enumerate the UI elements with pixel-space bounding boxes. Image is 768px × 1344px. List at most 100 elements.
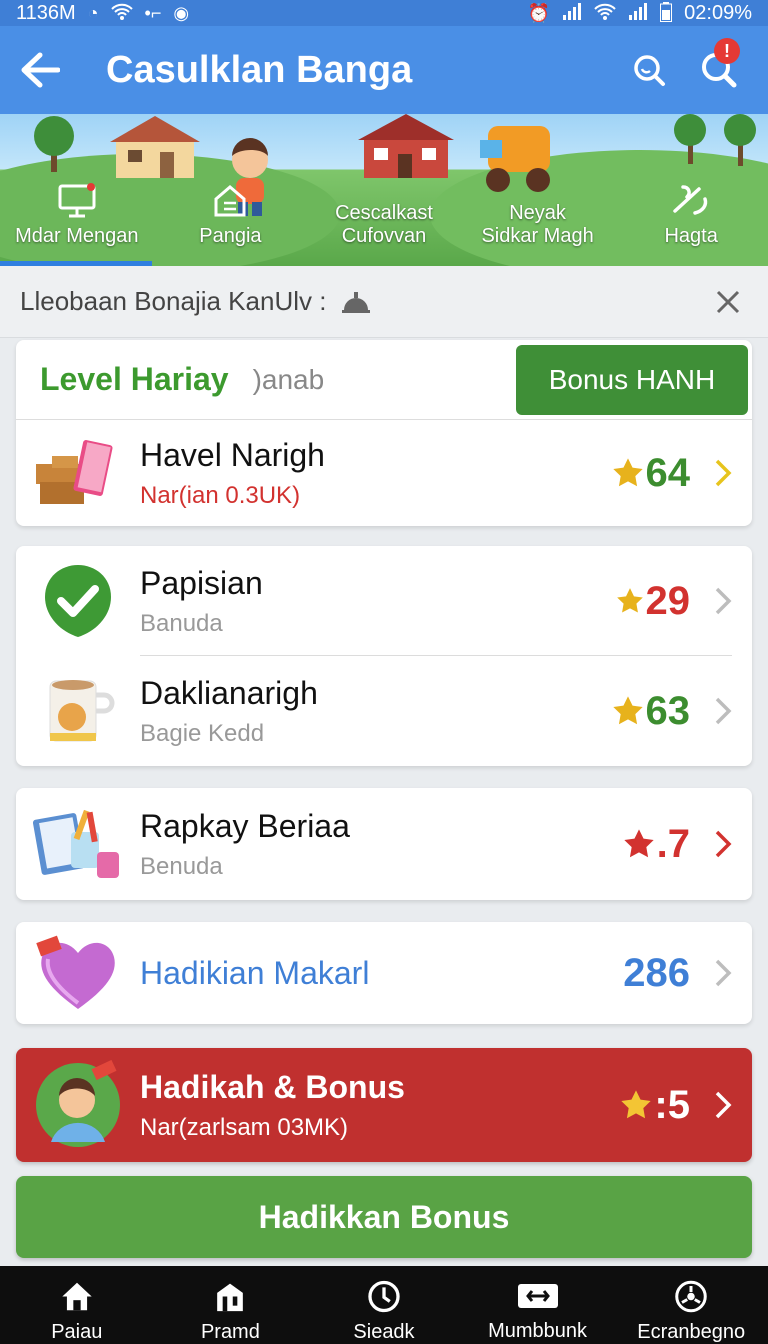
promo-title: Hadikah & Bonus xyxy=(140,1068,405,1105)
item-card: Hadikian Makarl 286 xyxy=(16,922,752,1024)
star-icon xyxy=(616,588,643,613)
chevron-right-icon xyxy=(715,697,732,725)
status-bar: 1136M ◔ •⌐ ◉ ⏰ 02:09% xyxy=(0,0,768,26)
tab-label: Pangia xyxy=(199,225,262,247)
app-bar: Casulklan Banga ! xyxy=(0,26,768,114)
bell-icon xyxy=(342,291,371,313)
item-title: Hadikian Makarl xyxy=(140,954,370,991)
list-item[interactable]: Papisian Banuda 29 xyxy=(16,546,752,656)
star-icon xyxy=(612,458,643,487)
item-title: Rapkay Beriaa xyxy=(140,807,350,844)
item-subtitle: Benuda xyxy=(140,852,223,880)
list-item[interactable]: Hadikian Makarl 286 xyxy=(16,922,752,1024)
item-subtitle: Banuda xyxy=(140,609,223,637)
tab-3[interactable]: Neyak Sidkar Magh xyxy=(461,174,615,266)
level-card: Level Hariay )anab Bonus HANH Havel Nari… xyxy=(16,340,752,526)
bottom-nav-label: Mumbbunk xyxy=(488,1320,588,1342)
mug-icon xyxy=(49,680,115,742)
home-icon xyxy=(62,1282,92,1311)
item-title: Papisian xyxy=(140,564,263,601)
bottom-nav-item[interactable]: Sieadk xyxy=(307,1266,461,1344)
chevron-right-icon xyxy=(715,959,732,987)
item-value: 64 xyxy=(645,450,691,495)
page-title: Casulklan Banga xyxy=(106,48,413,91)
clock-icon xyxy=(368,1280,400,1313)
tab-1[interactable]: Pangia xyxy=(154,174,308,266)
cta-button[interactable]: Hadikkan Bonus xyxy=(16,1176,752,1258)
building-icon xyxy=(217,1283,244,1312)
bottom-nav-label: Sieadk xyxy=(353,1321,415,1343)
house-illustration xyxy=(358,114,454,178)
hero-nav: Mdar Mengan Pangia Cescalkast Cufovvan N… xyxy=(0,114,768,266)
check-shield-icon xyxy=(45,565,111,637)
search-icon xyxy=(634,55,665,86)
search-button[interactable]: ! xyxy=(684,26,754,114)
bottom-nav-label: Ecranbegno xyxy=(637,1321,746,1343)
settings-icon xyxy=(675,1280,707,1313)
bottom-nav-item[interactable]: Ecranbegno xyxy=(614,1266,768,1344)
item-title: Daklianarigh xyxy=(140,674,318,711)
item-card: Rapkay Beriaa Benuda .7 xyxy=(16,788,752,900)
wifi-icon xyxy=(110,3,133,24)
star-icon xyxy=(612,696,643,725)
alarm-clock-icon: ⏰ xyxy=(527,3,551,23)
items-card: Papisian Banuda 29 Daklianarigh Bagie Ke… xyxy=(16,546,752,766)
nfc-icon: •⌐ xyxy=(144,3,162,23)
chevron-right-icon xyxy=(715,459,732,487)
book-box-icon xyxy=(36,440,113,504)
item-subtitle: Bagie Kedd xyxy=(140,719,265,747)
bonus-button[interactable]: Bonus HANH xyxy=(516,344,748,415)
bottom-nav-label: Pramd xyxy=(200,1321,260,1343)
star-icon xyxy=(623,829,654,858)
level-title: Level Hariay xyxy=(40,361,229,397)
tool-icon xyxy=(673,185,708,215)
item-value: .7 xyxy=(656,821,690,866)
tab-label: Hagta xyxy=(664,225,718,247)
chevron-right-icon xyxy=(715,1091,732,1119)
item-value: 286 xyxy=(623,950,690,995)
close-icon xyxy=(716,290,740,313)
back-button[interactable] xyxy=(0,26,80,114)
close-button[interactable] xyxy=(708,282,748,322)
ticket-icon xyxy=(517,1284,558,1308)
notification-badge: ! xyxy=(714,38,740,64)
tab-2[interactable]: Cescalkast Cufovvan xyxy=(307,174,461,266)
tab-label: Mdar Mengan xyxy=(15,225,139,247)
level-subtitle: )anab xyxy=(252,363,325,395)
bottom-nav: Paiau Pramd Sieadk Mumbbunk Ecranbegno xyxy=(0,1266,768,1344)
item-value: 29 xyxy=(645,578,691,623)
avatar xyxy=(36,1060,120,1147)
tree-illustration xyxy=(674,114,756,166)
list-item[interactable]: Havel Narigh Nar(ian 0.3UK) 64 xyxy=(16,420,752,526)
signal-icon-2 xyxy=(628,2,648,24)
item-title: Havel Narigh xyxy=(140,436,325,473)
item-subtitle: Nar(ian 0.3UK) xyxy=(140,481,301,509)
status-time: 02:09% xyxy=(684,1,752,24)
bottom-nav-item[interactable]: Pramd xyxy=(154,1266,308,1344)
bottom-nav-item[interactable]: Mumbbunk xyxy=(461,1266,615,1344)
promo-subtitle: Nar(zarlsam 03MK) xyxy=(140,1113,349,1141)
tab-label: Neyak Sidkar Magh xyxy=(481,202,594,247)
status-left-text: 1136M xyxy=(16,1,76,24)
sync-icon: ◉ xyxy=(173,3,190,23)
tree-illustration xyxy=(34,116,74,172)
list-item[interactable]: Daklianarigh Bagie Kedd 63 xyxy=(16,656,752,766)
bottom-nav-label: Paiau xyxy=(51,1321,103,1343)
chevron-right-icon xyxy=(715,587,732,615)
promo-card[interactable]: Hadikah & Bonus Nar(zarlsam 03MK) :5 xyxy=(16,1048,752,1162)
tab-4[interactable]: Hagta xyxy=(614,174,768,266)
notebook-pencil-icon xyxy=(32,809,119,878)
bottom-nav-item[interactable]: Paiau xyxy=(0,1266,154,1344)
tab-label: Cescalkast Cufovvan xyxy=(335,202,433,247)
search-alt-button[interactable] xyxy=(614,26,684,114)
battery-icon xyxy=(660,1,673,25)
info-banner: Lleobaan Bonajia KanUlv : xyxy=(0,266,768,338)
house-illustration xyxy=(110,116,200,178)
tab-0[interactable]: Mdar Mengan xyxy=(0,174,154,266)
nav-tabs: Mdar Mengan Pangia Cescalkast Cufovvan N… xyxy=(0,174,768,266)
list-item[interactable]: Rapkay Beriaa Benuda .7 xyxy=(16,788,752,900)
signal-icon xyxy=(562,2,582,24)
home-doc-icon xyxy=(214,185,246,217)
chevron-right-icon xyxy=(715,830,732,858)
promo-value: :5 xyxy=(654,1082,690,1127)
